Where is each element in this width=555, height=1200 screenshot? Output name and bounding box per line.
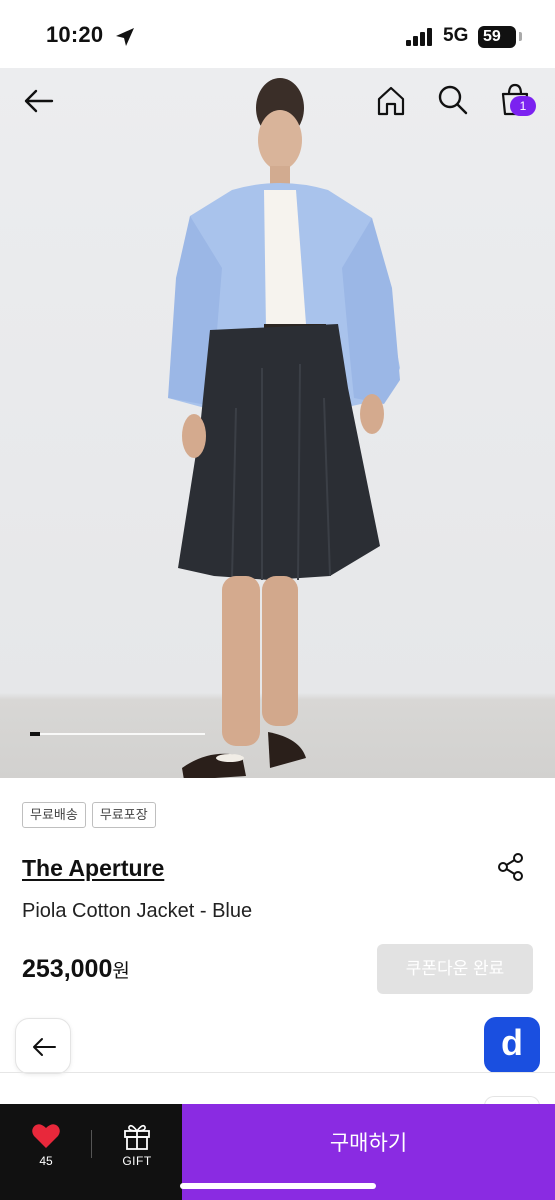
product-image[interactable]: 1 xyxy=(0,68,555,778)
signal-icon xyxy=(406,28,432,46)
location-arrow-icon xyxy=(116,28,134,46)
heart-icon xyxy=(32,1124,60,1148)
coupon-download-button[interactable]: 쿠폰다운 완료 xyxy=(377,944,533,994)
battery-cap xyxy=(519,32,522,41)
gift-button[interactable]: GIFT xyxy=(108,1122,166,1178)
network-label: 5G xyxy=(443,25,469,46)
divider xyxy=(0,1072,555,1073)
product-name: Piola Cotton Jacket - Blue xyxy=(22,900,253,922)
brand-link[interactable]: The Aperture xyxy=(22,855,164,882)
price-value: 253,000 xyxy=(22,955,113,983)
share-icon[interactable] xyxy=(496,852,526,882)
cart-count-badge: 1 xyxy=(510,96,536,116)
back-arrow-icon[interactable] xyxy=(22,84,56,118)
battery-icon: 59 xyxy=(478,26,516,48)
battery-level: 59 xyxy=(483,28,501,45)
status-bar: 10:20 5G 59 xyxy=(0,0,555,68)
home-icon[interactable] xyxy=(374,84,408,118)
gift-icon xyxy=(124,1124,150,1150)
tag-free-shipping: 무료배송 xyxy=(22,802,86,828)
price-currency: 원 xyxy=(112,961,130,982)
search-icon[interactable] xyxy=(436,83,470,117)
bottom-bar-separator xyxy=(91,1130,92,1158)
like-button[interactable]: 45 xyxy=(18,1122,74,1178)
image-page-indicator-thumb xyxy=(30,732,40,736)
tag-free-wrapping: 무료포장 xyxy=(91,802,156,828)
app-logo-button[interactable]: d xyxy=(484,1017,540,1073)
status-time: 10:20 xyxy=(46,22,104,47)
image-page-indicator xyxy=(30,733,205,735)
model-photo xyxy=(168,78,400,778)
product-price: 253,000원 xyxy=(22,955,130,984)
back-arrow-icon xyxy=(33,1038,56,1056)
gift-label: GIFT xyxy=(122,1154,152,1168)
floating-back-button[interactable] xyxy=(15,1018,71,1074)
shipping-tags: 무료배송 무료포장 xyxy=(22,802,156,828)
like-count: 45 xyxy=(39,1154,53,1168)
home-indicator xyxy=(180,1183,376,1189)
bottom-bar-left: 45 GIFT xyxy=(0,1104,182,1200)
